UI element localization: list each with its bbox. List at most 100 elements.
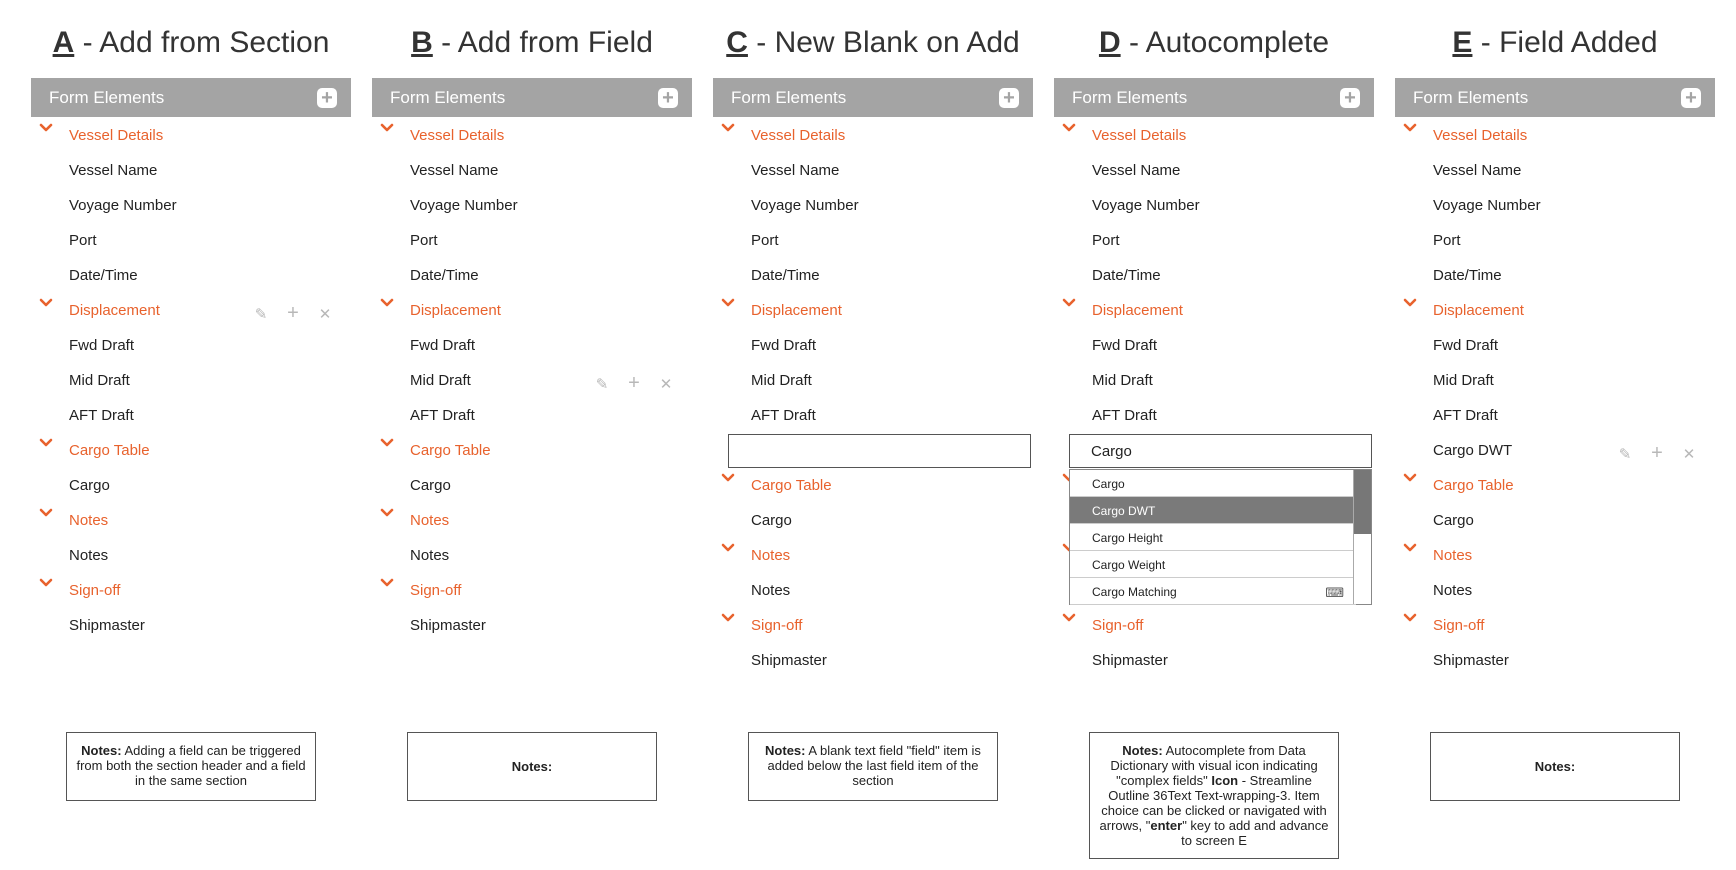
field-item-date-time[interactable]: Date/Time [372, 259, 692, 293]
section-header-notes[interactable]: Notes [372, 504, 692, 538]
section-header-displacement[interactable]: Displacement [713, 294, 1033, 328]
section-header-vessel-details[interactable]: Vessel Details [713, 119, 1033, 153]
field-item-port[interactable]: Port [1054, 224, 1374, 258]
field-item-shipmaster[interactable]: Shipmaster [1054, 644, 1374, 678]
field-item-cargo[interactable]: Cargo [1395, 504, 1715, 538]
autocomplete-option[interactable]: Cargo Weight [1070, 551, 1356, 578]
autocomplete-option[interactable]: Cargo [1070, 470, 1356, 497]
section-header-sign-off[interactable]: Sign-off [1395, 609, 1715, 643]
section-header-sign-off[interactable]: Sign-off [1054, 609, 1374, 643]
section-header-cargo-table[interactable]: Cargo Table [372, 434, 692, 468]
field-item-shipmaster[interactable]: Shipmaster [713, 644, 1033, 678]
section-header-notes[interactable]: Notes [713, 539, 1033, 573]
chevron-down-icon[interactable] [39, 121, 53, 135]
field-item-date-time[interactable]: Date/Time [31, 259, 351, 293]
field-item-vessel-name[interactable]: Vessel Name [372, 154, 692, 188]
field-item-mid-draft[interactable]: Mid Draft [1054, 364, 1374, 398]
field-item-aft-draft[interactable]: AFT Draft [372, 399, 692, 433]
field-item-fwd-draft[interactable]: Fwd Draft [31, 329, 351, 363]
field-item-port[interactable]: Port [1395, 224, 1715, 258]
field-item-vessel-name[interactable]: Vessel Name [1054, 154, 1374, 188]
section-header-displacement[interactable]: Displacement [1395, 294, 1715, 328]
chevron-down-icon[interactable] [39, 576, 53, 590]
chevron-down-icon[interactable] [380, 296, 394, 310]
section-header-notes[interactable]: Notes [31, 504, 351, 538]
edit-icon[interactable]: ✎ [592, 375, 612, 393]
add-icon[interactable]: + [283, 302, 303, 325]
field-item-voyage-number[interactable]: Voyage Number [372, 189, 692, 223]
add-element-button[interactable]: + [999, 88, 1019, 108]
section-header-cargo-table[interactable]: Cargo Table [31, 434, 351, 468]
field-item-mid-draft[interactable]: Mid Draft [1395, 364, 1715, 398]
field-item-aft-draft[interactable]: AFT Draft [713, 399, 1033, 433]
autocomplete-option[interactable]: Cargo DWT [1070, 497, 1356, 524]
field-item-port[interactable]: Port [31, 224, 351, 258]
section-header-sign-off[interactable]: Sign-off [713, 609, 1033, 643]
section-header-vessel-details[interactable]: Vessel Details [1395, 119, 1715, 153]
field-item-vessel-name[interactable]: Vessel Name [31, 154, 351, 188]
field-item-notes[interactable]: Notes [372, 539, 692, 573]
add-icon[interactable]: + [624, 372, 644, 395]
field-item-shipmaster[interactable]: Shipmaster [31, 609, 351, 643]
field-item-vessel-name[interactable]: Vessel Name [1395, 154, 1715, 188]
field-item-port[interactable]: Port [713, 224, 1033, 258]
new-field-input[interactable] [728, 434, 1031, 468]
chevron-down-icon[interactable] [39, 506, 53, 520]
field-item-fwd-draft[interactable]: Fwd Draft [1395, 329, 1715, 363]
chevron-down-icon[interactable] [721, 471, 735, 485]
field-item-fwd-draft[interactable]: Fwd Draft [372, 329, 692, 363]
section-header-vessel-details[interactable]: Vessel Details [31, 119, 351, 153]
field-item-shipmaster[interactable]: Shipmaster [372, 609, 692, 643]
field-item-port[interactable]: Port [372, 224, 692, 258]
field-item-mid-draft[interactable]: Mid Draft [31, 364, 351, 398]
chevron-down-icon[interactable] [1062, 121, 1076, 135]
chevron-down-icon[interactable] [380, 121, 394, 135]
chevron-down-icon[interactable] [1403, 296, 1417, 310]
chevron-down-icon[interactable] [39, 436, 53, 450]
field-item-date-time[interactable]: Date/Time [1054, 259, 1374, 293]
chevron-down-icon[interactable] [1062, 296, 1076, 310]
chevron-down-icon[interactable] [1062, 611, 1076, 625]
section-header-cargo-table[interactable]: Cargo Table [713, 469, 1033, 503]
section-header-cargo-table[interactable]: Cargo Table [1395, 469, 1715, 503]
section-header-notes[interactable]: Notes [1395, 539, 1715, 573]
field-item-fwd-draft[interactable]: Fwd Draft [713, 329, 1033, 363]
add-element-button[interactable]: + [1681, 88, 1701, 108]
section-header-vessel-details[interactable]: Vessel Details [1054, 119, 1374, 153]
delete-icon[interactable]: ✕ [315, 305, 335, 323]
add-icon[interactable]: + [1647, 442, 1667, 465]
section-header-sign-off[interactable]: Sign-off [31, 574, 351, 608]
field-item-notes[interactable]: Notes [713, 574, 1033, 608]
autocomplete-option[interactable]: Cargo Height [1070, 524, 1356, 551]
chevron-down-icon[interactable] [721, 611, 735, 625]
chevron-down-icon[interactable] [1403, 471, 1417, 485]
field-item-shipmaster[interactable]: Shipmaster [1395, 644, 1715, 678]
field-item-aft-draft[interactable]: AFT Draft [1395, 399, 1715, 433]
delete-icon[interactable]: ✕ [1679, 445, 1699, 463]
field-item-voyage-number[interactable]: Voyage Number [31, 189, 351, 223]
chevron-down-icon[interactable] [380, 436, 394, 450]
add-element-button[interactable]: + [317, 88, 337, 108]
chevron-down-icon[interactable] [39, 296, 53, 310]
field-item-cargo-dwt[interactable]: Cargo DWT ✎ + ✕ [1395, 434, 1715, 468]
field-item-notes[interactable]: Notes [1395, 574, 1715, 608]
edit-icon[interactable]: ✎ [1615, 445, 1635, 463]
new-field-input[interactable]: Cargo [1069, 434, 1372, 468]
field-item-aft-draft[interactable]: AFT Draft [1054, 399, 1374, 433]
section-header-sign-off[interactable]: Sign-off [372, 574, 692, 608]
field-item-voyage-number[interactable]: Voyage Number [1395, 189, 1715, 223]
chevron-down-icon[interactable] [380, 576, 394, 590]
field-item-mid-draft[interactable]: Mid Draft [713, 364, 1033, 398]
add-element-button[interactable]: + [658, 88, 678, 108]
field-item-aft-draft[interactable]: AFT Draft [31, 399, 351, 433]
chevron-down-icon[interactable] [1403, 611, 1417, 625]
add-element-button[interactable]: + [1340, 88, 1360, 108]
field-item-mid-draft[interactable]: Mid Draft ✎ + ✕ [372, 364, 692, 398]
field-item-fwd-draft[interactable]: Fwd Draft [1054, 329, 1374, 363]
section-header-vessel-details[interactable]: Vessel Details [372, 119, 692, 153]
field-item-cargo[interactable]: Cargo [372, 469, 692, 503]
field-item-date-time[interactable]: Date/Time [1395, 259, 1715, 293]
scrollbar[interactable] [1353, 470, 1371, 604]
chevron-down-icon[interactable] [721, 541, 735, 555]
field-item-voyage-number[interactable]: Voyage Number [713, 189, 1033, 223]
